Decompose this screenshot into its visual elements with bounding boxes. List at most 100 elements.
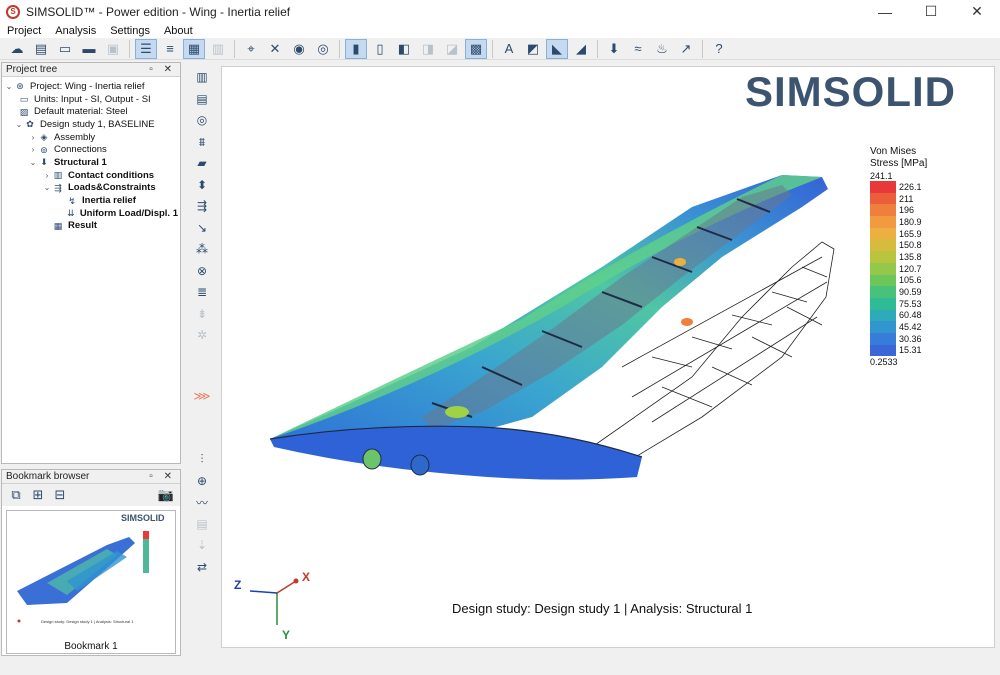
tree-item-units[interactable]: ▭ Units: Input - SI, Output - SI [4,93,178,106]
menu-analysis[interactable]: Analysis [48,25,103,37]
legend-value: 165.9 [899,228,922,239]
reaction-icon[interactable]: ⇄ [191,558,213,576]
internal-structure [422,185,792,429]
collapse-arrow-icon[interactable]: ⌄ [42,183,52,192]
expand-arrow-icon[interactable]: › [28,145,38,154]
tree-item-project[interactable]: ⌄ ⊛ Project: Wing - Inertia relief [4,80,178,93]
list-icon[interactable]: ≡ [159,39,181,59]
disabled-settings-icon[interactable]: ✲ [191,326,213,344]
bookmark-toggle-icon[interactable]: ▦ [183,38,205,59]
annotation-icon[interactable]: A [498,39,520,59]
axis-triad: X Y Z [234,570,310,642]
deformed-icon[interactable]: ◩ [522,39,544,59]
tree-item-inertia-relief[interactable]: ↯ Inertia relief [4,194,178,207]
legend-title-line2: Stress [MPa] [870,158,928,169]
wireframe-icon[interactable]: ▯ [369,39,391,59]
gravity-icon[interactable]: ⁂ [191,240,213,258]
expand-arrow-icon[interactable]: › [42,171,52,180]
result-plot-icon[interactable]: ⫶ [191,450,213,468]
expand-arrow-icon[interactable]: › [28,133,38,142]
bolt-icon[interactable]: ⬍ [191,176,213,194]
tree-item-design-study[interactable]: ⌄ ✿ Design study 1, BASELINE [4,118,178,131]
hinge-icon[interactable]: ◎ [191,111,213,129]
bookmark-thumbnail[interactable]: SIMSOLID Design study: Design study 1 | … [6,510,176,654]
menu-about[interactable]: About [157,25,200,37]
vertical-toolbar: ▥ ▤ ◎ ⩩ ▰ ⬍ ⇶ ↘ ⁂ ⊗ ≣ ⇟ ✲ ⋙ ⫶ ⊕ 〰 ▤ ⇣ ⇄ [187,60,217,650]
collapse-arrow-icon[interactable]: ⌄ [14,120,24,129]
triad-y-label: Y [282,628,290,642]
tree-item-material[interactable]: ▨ Default material: Steel [4,105,178,118]
pressure-icon[interactable]: ≈ [627,39,649,59]
part-icon[interactable]: ◧ [393,39,415,59]
collapse-arrow-icon[interactable]: ⌄ [4,82,14,91]
view-add-icon[interactable]: ◎ [312,39,334,59]
panel-controls[interactable]: ▫ ✕ [149,471,176,482]
load-arrow-icon[interactable]: ⇶ [191,197,213,215]
camera-icon[interactable]: 📷 [156,486,176,504]
disabled-table-icon[interactable]: ▤ [191,515,213,533]
legend-icon[interactable]: ◢ [570,39,592,59]
tree-item-structural[interactable]: ⌄ ⬇ Structural 1 [4,156,178,169]
legend-row: 45.42 [870,321,927,333]
thermal-icon[interactable]: ♨ [651,39,673,59]
collapse-arrow-icon[interactable]: ⌄ [28,158,38,167]
menu-project[interactable]: Project [0,25,48,37]
legend-swatch [870,309,896,322]
probe-icon[interactable]: ⊕ [191,472,213,490]
tree-item-loads-constraints[interactable]: ⌄ ⇶ Loads&Constraints [4,182,178,195]
legend-value: 105.6 [899,275,922,286]
tree-item-result[interactable]: ▦ Result [4,220,178,233]
table-load-icon[interactable]: ≣ [191,283,213,301]
save-icon[interactable]: ▣ [102,39,124,59]
bonded-icon[interactable]: ▤ [191,90,213,108]
load-icon[interactable]: ⬇ [603,39,625,59]
solve-icon[interactable]: ⋙ [191,387,213,405]
help-icon[interactable]: ? [708,39,730,59]
folder-icon[interactable]: ▬ [78,39,100,59]
clip-icon[interactable]: ◪ [441,39,463,59]
panel-controls[interactable]: ▫ ✕ [149,64,176,75]
project-tree-panel: Project tree ▫ ✕ ⌄ ⊛ Project: Wing - Ine… [1,62,181,464]
disabled-load-icon[interactable]: ⇟ [191,305,213,323]
view-icon[interactable]: ◉ [288,39,310,59]
zoom-fit-icon[interactable]: ⌖ [240,39,262,59]
section-icon[interactable]: ◨ [417,39,439,59]
disabled-arrow-icon[interactable]: ⇣ [191,536,213,554]
legend-swatch [870,286,896,298]
status-bar [0,660,1000,675]
structural-icon: ⬇ [40,157,48,168]
weld-icon[interactable]: ▰ [191,154,213,172]
new-project-icon[interactable]: ▤ [30,39,52,59]
bookmark-copy-icon[interactable]: ⧉ [6,486,26,504]
legend-value: 226.1 [899,181,922,192]
legend-row: 135.8 [870,251,927,263]
legend-swatch [870,239,896,252]
3d-viewport[interactable]: SIMSOLID X Y Z Von Mises Stress [MPa] 24… [221,66,995,648]
menu-settings[interactable]: Settings [103,25,157,37]
contour-icon[interactable]: ◣ [546,38,568,59]
constraint-icon[interactable]: ⊗ [191,262,213,280]
shaded-icon[interactable]: ▮ [345,38,367,59]
bookmark-add-icon[interactable]: ⊞ [28,486,48,504]
tree-item-contact-conditions[interactable]: › ▥ Contact conditions [4,169,178,182]
tree-item-assembly[interactable]: › ◈ Assembly [4,131,178,144]
open-project-icon[interactable]: ▭ [54,39,76,59]
tree-item-connections[interactable]: › ⊚ Connections [4,143,178,156]
force-icon[interactable]: ↘ [191,219,213,237]
bookmark-remove-icon[interactable]: ⊟ [50,486,70,504]
close-button[interactable]: ✕ [954,0,1000,23]
legend-swatch [870,262,896,275]
minimize-button[interactable]: — [862,0,908,23]
stress-hotspot [445,406,469,418]
layout-icon[interactable]: ▥ [207,39,229,59]
measure-icon[interactable]: ✕ [264,39,286,59]
maximize-button[interactable]: ☐ [908,0,954,23]
graph-icon[interactable]: 〰 [191,493,213,511]
project-tree-toggle-icon[interactable]: ☰ [135,38,157,59]
mesh-icon[interactable]: ▩ [465,38,487,59]
spring-icon[interactable]: ⩩ [191,133,213,151]
contact-icon[interactable]: ▥ [191,68,213,86]
force-icon[interactable]: ↗ [675,39,697,59]
tree-item-uniform-load[interactable]: ⇊ Uniform Load/Displ. 1 [4,207,178,220]
cloud-icon[interactable]: ☁ [6,39,28,59]
